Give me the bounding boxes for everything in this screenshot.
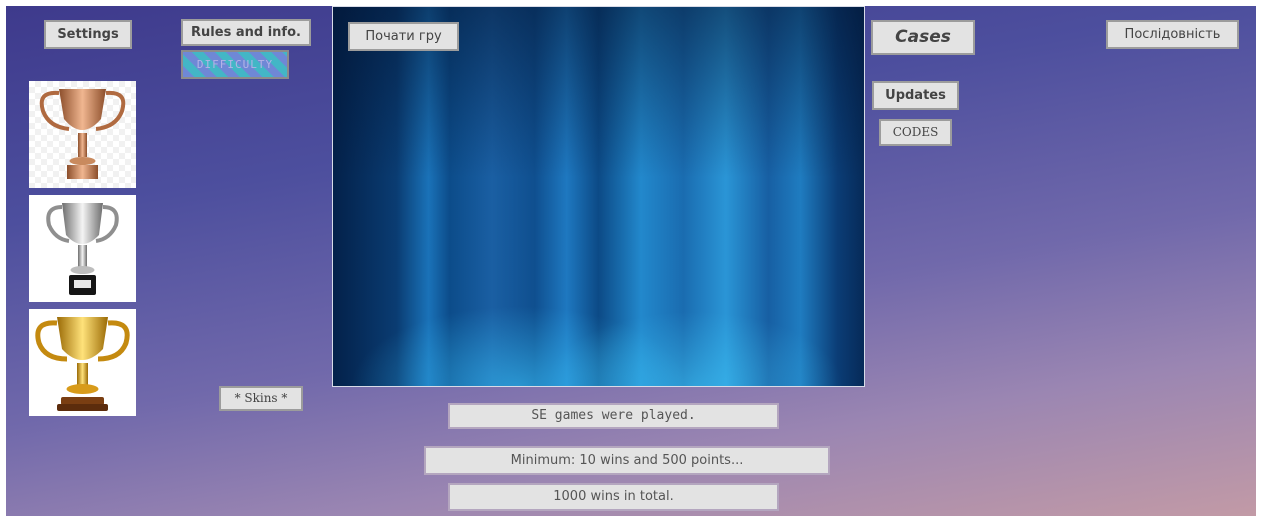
rules-info-button[interactable]: Rules and info. <box>181 19 311 46</box>
total-wins-text: 1000 wins in total. <box>448 483 779 511</box>
codes-button[interactable]: CODES <box>879 119 952 146</box>
difficulty-button[interactable]: DIFFICULTY <box>181 50 289 79</box>
canvas-light-effect <box>333 7 864 386</box>
sequence-button[interactable]: Послідовність <box>1106 20 1239 49</box>
start-game-button[interactable]: Почати гру <box>348 22 459 51</box>
silver-trophy-icon <box>29 195 136 302</box>
settings-button[interactable]: Settings <box>44 20 132 49</box>
updates-button[interactable]: Updates <box>872 81 959 110</box>
cases-button[interactable]: Cases <box>871 20 975 55</box>
bronze-trophy-icon <box>29 81 136 188</box>
game-canvas[interactable] <box>332 6 865 387</box>
minimum-requirement-text: Minimum: 10 wins and 500 points... <box>424 446 830 475</box>
skins-button[interactable]: * Skins * <box>219 386 303 411</box>
game-menu-background: Settings Rules and info. DIFFICULTY * Sk… <box>6 6 1256 516</box>
gold-trophy-icon <box>29 309 136 416</box>
games-played-status: SE games were played. <box>448 403 779 429</box>
